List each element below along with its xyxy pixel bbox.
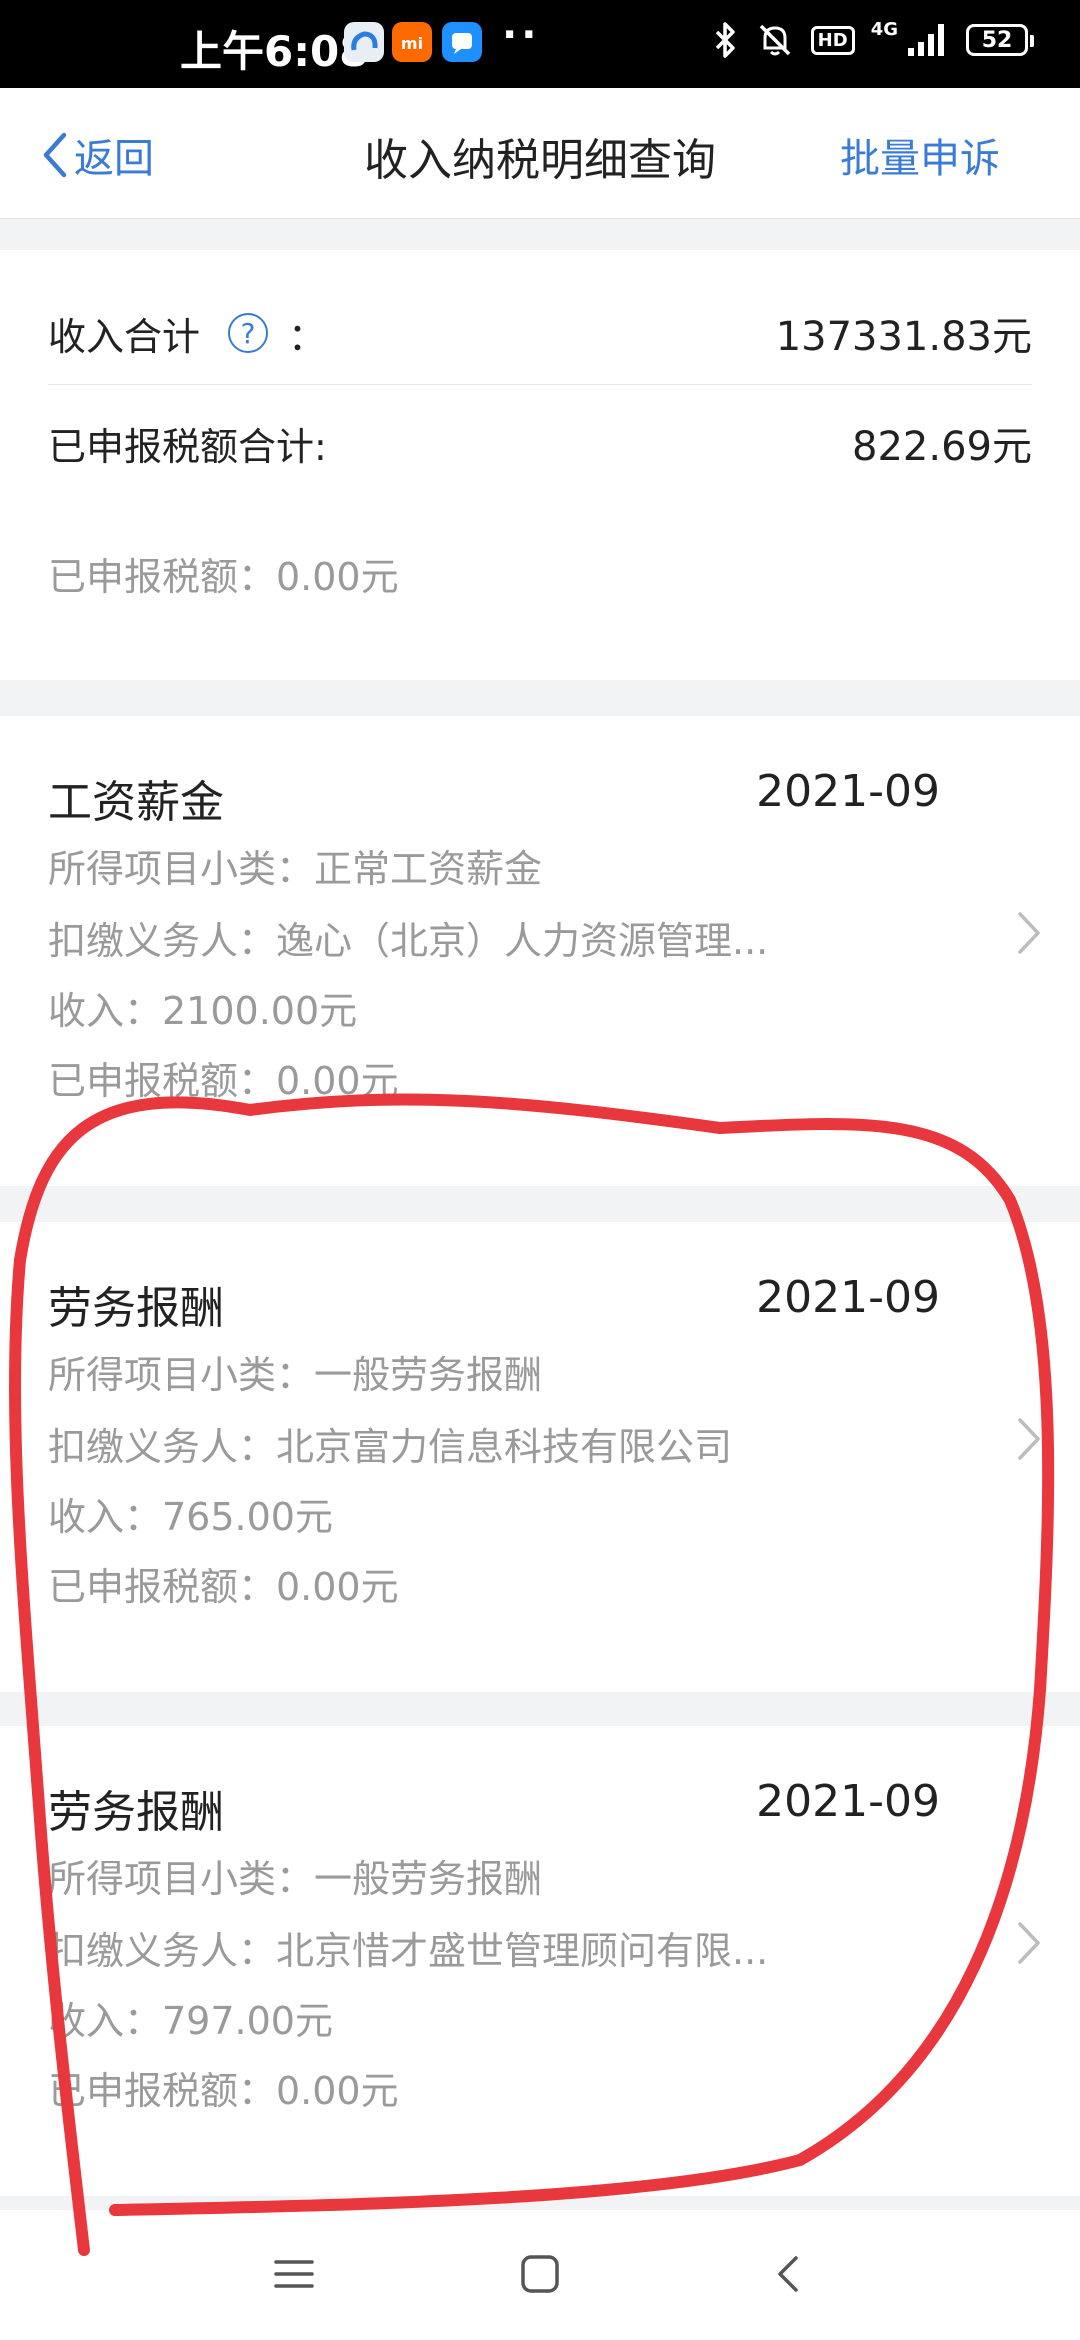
chevron-right-icon — [1018, 1922, 1040, 1964]
record-subcategory: 所得项目小类：正常工资薪金 — [48, 847, 543, 891]
system-nav-bar — [0, 2210, 1080, 2340]
record-income: 收入：2100.00元 — [48, 989, 358, 1033]
help-icon[interactable]: ? — [228, 313, 269, 353]
tax-total-value: 822.69元 — [852, 424, 1032, 470]
income-record-card[interactable]: 劳务报酬 2021-09 所得项目小类：一般劳务报酬 扣缴义务人：北京惜才盛世管… — [0, 1726, 1080, 2196]
record-subcategory: 所得项目小类：一般劳务报酬 — [48, 1857, 543, 1901]
back-button[interactable]: 返回 — [40, 126, 154, 184]
tax-total-row: 已申报税额合计: 822.69元 — [48, 414, 1032, 472]
back-label: 返回 — [74, 136, 154, 182]
signal-icon — [908, 24, 944, 56]
chevron-left-icon — [43, 132, 67, 178]
status-bar: 上午6:08 mi ·· HD 4G 52 — [0, 0, 1080, 88]
back-nav-icon[interactable] — [768, 2250, 808, 2298]
record-withholder: 扣缴义务人：北京富力信息科技有限公司 — [48, 1425, 733, 1469]
record-withholder: 扣缴义务人：逸心（北京）人力资源管理... — [48, 919, 769, 963]
chevron-right-icon — [1018, 912, 1040, 954]
income-total-label: 收入合计 — [48, 314, 201, 359]
record-income: 收入：797.00元 — [48, 1999, 333, 2043]
record-withholder: 扣缴义务人：北京惜才盛世管理顾问有限... — [48, 1929, 769, 1973]
record-date: 2021-09 — [756, 1776, 940, 1827]
mute-icon — [759, 24, 790, 56]
status-time: 上午6:08 — [180, 27, 369, 76]
app-icon-mi: mi — [392, 22, 432, 62]
app-icon-cloud — [344, 22, 384, 62]
battery-icon: 52 — [966, 24, 1034, 56]
record-type: 劳务报酬 — [48, 1787, 224, 1838]
tax-total-label: 已申报税额合计: — [48, 424, 327, 469]
bluetooth-icon — [715, 22, 735, 58]
record-subcategory: 所得项目小类：一般劳务报酬 — [48, 1353, 543, 1397]
summary-card: 收入合计 ? ： 137331.83元 已申报税额合计: 822.69元 已申报… — [0, 250, 1080, 680]
record-income: 收入：765.00元 — [48, 1495, 333, 1539]
batch-appeal-button[interactable]: 批量申诉 — [840, 126, 1000, 184]
record-date: 2021-09 — [756, 766, 940, 817]
menu-icon[interactable] — [270, 2250, 318, 2298]
nav-header: 返回 收入纳税明细查询 批量申诉 — [0, 88, 1080, 219]
battery-level: 52 — [981, 27, 1013, 53]
income-record-card[interactable]: 劳务报酬 2021-09 所得项目小类：一般劳务报酬 扣缴义务人：北京富力信息科… — [0, 1222, 1080, 1692]
svg-text:mi: mi — [401, 34, 423, 53]
chevron-right-icon — [1018, 1418, 1040, 1460]
status-more-dots: ·· — [502, 12, 541, 58]
summary-divider — [48, 384, 1032, 385]
income-total-row: 收入合计 ? ： 137331.83元 — [48, 304, 1032, 362]
partial-tax-text: 已申报税额：0.00元 — [48, 555, 399, 599]
record-tax: 已申报税额：0.00元 — [48, 2069, 399, 2113]
record-type: 劳务报酬 — [48, 1283, 224, 1334]
record-tax: 已申报税额：0.00元 — [48, 1565, 399, 1609]
app-icon-message — [442, 22, 482, 62]
income-total-value: 137331.83元 — [775, 314, 1032, 360]
status-right-group: HD 4G 52 — [711, 19, 1034, 60]
hd-badge: HD — [810, 25, 855, 55]
record-tax: 已申报税额：0.00元 — [48, 1059, 399, 1103]
home-icon[interactable] — [516, 2250, 564, 2298]
record-date: 2021-09 — [756, 1272, 940, 1323]
partial-tax-line: 已申报税额：0.00元 — [48, 546, 1032, 601]
record-type: 工资薪金 — [48, 777, 224, 828]
network-type: 4G — [870, 19, 898, 40]
income-total-colon: ： — [288, 314, 327, 359]
income-record-card[interactable]: 工资薪金 2021-09 所得项目小类：正常工资薪金 扣缴义务人：逸心（北京）人… — [0, 716, 1080, 1186]
